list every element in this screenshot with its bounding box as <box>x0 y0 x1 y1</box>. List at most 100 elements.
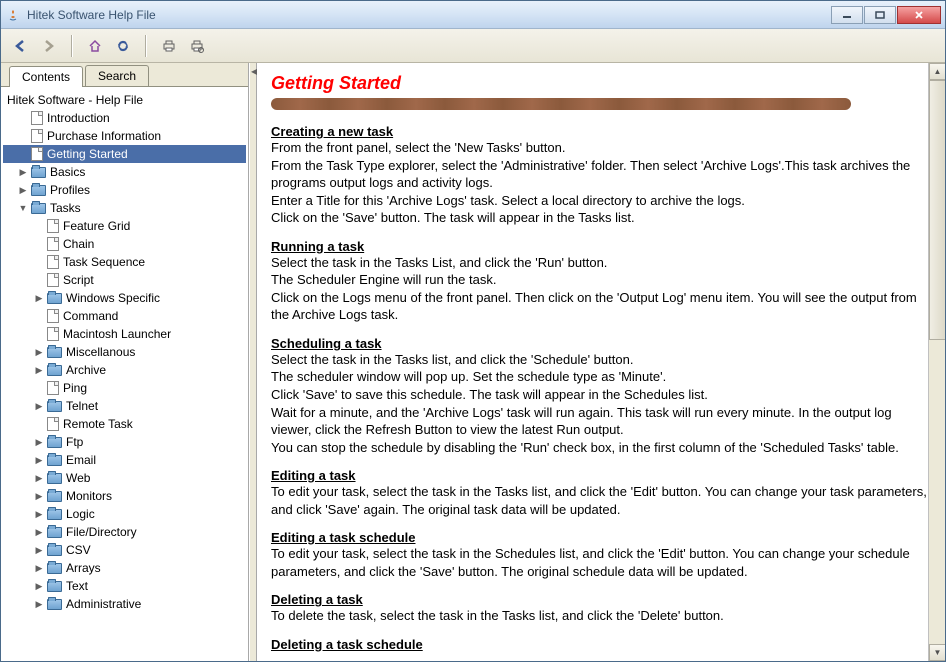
section-heading: Scheduling a task <box>271 336 931 351</box>
folder-icon <box>47 473 62 484</box>
collapse-icon[interactable]: ▼ <box>17 202 29 214</box>
folder-icon <box>47 347 62 358</box>
titlebar[interactable]: Hitek Software Help File <box>1 1 945 29</box>
section-text: The Scheduler Engine will run the task. <box>271 271 931 289</box>
tree-item-text[interactable]: ▶Text <box>3 577 246 595</box>
tree-item-script[interactable]: Script <box>3 271 246 289</box>
section-heading: Creating a new task <box>271 124 931 139</box>
tree-item-telnet[interactable]: ▶Telnet <box>3 397 246 415</box>
window-controls <box>830 6 941 24</box>
tree-item-introduction[interactable]: Introduction <box>3 109 246 127</box>
tab-search[interactable]: Search <box>85 65 149 86</box>
section-text: To delete the task, select the task in t… <box>271 607 931 625</box>
tree-item-mac-launcher[interactable]: Macintosh Launcher <box>3 325 246 343</box>
scroll-down-button[interactable]: ▼ <box>929 644 945 661</box>
tree-item-chain[interactable]: Chain <box>3 235 246 253</box>
scrollbar[interactable]: ▲ ▼ <box>928 63 945 661</box>
expand-icon[interactable]: ▶ <box>33 346 45 358</box>
page-icon <box>47 237 59 251</box>
print-button[interactable] <box>157 34 181 58</box>
tree-item-email[interactable]: ▶Email <box>3 451 246 469</box>
section-text: From the Task Type explorer, select the … <box>271 157 931 192</box>
main-window: Hitek Software Help File Contents Searc <box>0 0 946 662</box>
expand-icon[interactable]: ▶ <box>33 472 45 484</box>
expand-icon[interactable]: ▶ <box>33 508 45 520</box>
section-heading: Running a task <box>271 239 931 254</box>
forward-button[interactable] <box>37 34 61 58</box>
expand-icon[interactable]: ▶ <box>33 490 45 502</box>
page-icon <box>47 309 59 323</box>
print-setup-button[interactable] <box>185 34 209 58</box>
expand-icon[interactable]: ▶ <box>33 598 45 610</box>
tree-item-purchase[interactable]: Purchase Information <box>3 127 246 145</box>
section-text: You can stop the schedule by disabling t… <box>271 439 931 457</box>
tree-item-monitors[interactable]: ▶Monitors <box>3 487 246 505</box>
tree-view[interactable]: Hitek Software - Help File Introduction … <box>1 87 248 661</box>
refresh-button[interactable] <box>111 34 135 58</box>
maximize-button[interactable] <box>864 6 896 24</box>
page-icon <box>31 147 43 161</box>
expand-icon[interactable]: ▶ <box>33 544 45 556</box>
folder-icon <box>47 563 62 574</box>
expand-icon[interactable]: ▶ <box>33 526 45 538</box>
left-panel: Contents Search Hitek Software - Help Fi… <box>1 63 249 661</box>
java-icon <box>5 7 21 23</box>
folder-icon <box>47 401 62 412</box>
tree-item-file-directory[interactable]: ▶File/Directory <box>3 523 246 541</box>
tree-item-tasks[interactable]: ▼Tasks <box>3 199 246 217</box>
tree-item-ftp[interactable]: ▶Ftp <box>3 433 246 451</box>
expand-icon[interactable]: ▶ <box>33 364 45 376</box>
tree-item-misc[interactable]: ▶Miscellanous <box>3 343 246 361</box>
expand-icon[interactable]: ▶ <box>17 166 29 178</box>
expand-icon[interactable]: ▶ <box>33 562 45 574</box>
expand-icon[interactable]: ▶ <box>33 454 45 466</box>
folder-icon <box>47 365 62 376</box>
toolbar-separator <box>145 35 147 57</box>
tab-contents[interactable]: Contents <box>9 66 83 87</box>
page-icon <box>47 327 59 341</box>
expand-icon[interactable]: ▶ <box>33 292 45 304</box>
body-area: Contents Search Hitek Software - Help Fi… <box>1 63 945 661</box>
tree-item-ping[interactable]: Ping <box>3 379 246 397</box>
folder-icon <box>47 527 62 538</box>
section-text: To edit your task, select the task in th… <box>271 483 931 518</box>
page-icon <box>47 417 59 431</box>
folder-icon <box>47 545 62 556</box>
tree-item-windows-specific[interactable]: ▶Windows Specific <box>3 289 246 307</box>
tree-item-csv[interactable]: ▶CSV <box>3 541 246 559</box>
section-text: Enter a Title for this 'Archive Logs' ta… <box>271 192 931 210</box>
tree-item-getting-started[interactable]: Getting Started <box>3 145 246 163</box>
tree-item-remote-task[interactable]: Remote Task <box>3 415 246 433</box>
scroll-thumb[interactable] <box>929 80 945 340</box>
folder-icon <box>47 455 62 466</box>
folder-icon <box>47 599 62 610</box>
tree-item-administrative[interactable]: ▶Administrative <box>3 595 246 613</box>
folder-icon <box>47 293 62 304</box>
expand-icon[interactable]: ▶ <box>33 436 45 448</box>
tree-item-feature-grid[interactable]: Feature Grid <box>3 217 246 235</box>
tree-root[interactable]: Hitek Software - Help File <box>3 91 246 109</box>
expand-icon[interactable]: ▶ <box>17 184 29 196</box>
tree-item-task-sequence[interactable]: Task Sequence <box>3 253 246 271</box>
tree-item-web[interactable]: ▶Web <box>3 469 246 487</box>
section-text: Click 'Save' to save this schedule. The … <box>271 386 931 404</box>
splitter[interactable]: ◀ <box>249 63 257 661</box>
expand-icon[interactable]: ▶ <box>33 580 45 592</box>
back-button[interactable] <box>9 34 33 58</box>
tree-item-logic[interactable]: ▶Logic <box>3 505 246 523</box>
expand-icon[interactable]: ▶ <box>33 400 45 412</box>
tree-item-command[interactable]: Command <box>3 307 246 325</box>
tree-item-archive[interactable]: ▶Archive <box>3 361 246 379</box>
tree-item-arrays[interactable]: ▶Arrays <box>3 559 246 577</box>
toolbar <box>1 29 945 63</box>
minimize-button[interactable] <box>831 6 863 24</box>
tree-item-basics[interactable]: ▶Basics <box>3 163 246 181</box>
home-button[interactable] <box>83 34 107 58</box>
tree-item-profiles[interactable]: ▶Profiles <box>3 181 246 199</box>
page-icon <box>47 255 59 269</box>
scroll-up-button[interactable]: ▲ <box>929 63 945 80</box>
section-heading: Editing a task schedule <box>271 530 931 545</box>
close-button[interactable] <box>897 6 941 24</box>
page-title: Getting Started <box>271 73 931 94</box>
section-text: Select the task in the Tasks list, and c… <box>271 351 931 369</box>
